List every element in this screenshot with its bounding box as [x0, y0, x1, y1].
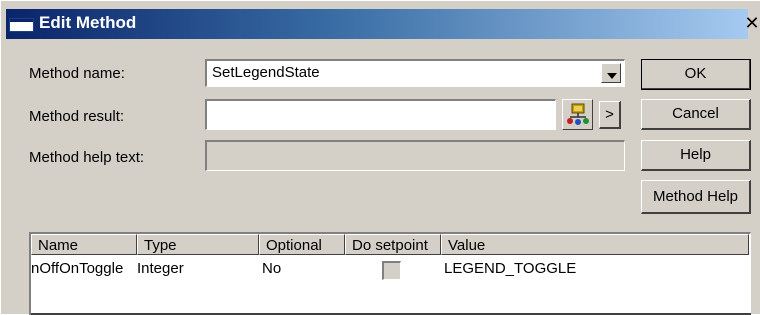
- cancel-button-label: Cancel: [672, 105, 719, 122]
- method-name-value: SetLegendState: [212, 64, 320, 81]
- method-help-button[interactable]: Method Help: [641, 180, 751, 214]
- method-name-label-text: Method name:: [29, 65, 125, 82]
- more-button-label: >: [605, 106, 614, 123]
- close-icon: ✕: [744, 13, 760, 33]
- ok-button[interactable]: OK: [641, 59, 751, 90]
- row-value-cell[interactable]: LEGEND_TOGGLE: [444, 260, 576, 277]
- window-title: Edit Method: [39, 13, 137, 32]
- help-button-label: Help: [680, 146, 711, 163]
- row-name-cell[interactable]: nOffOnToggle: [31, 260, 123, 277]
- do-setpoint-checkbox[interactable]: [382, 261, 401, 280]
- window-icon: [9, 18, 34, 32]
- column-header-type[interactable]: Type: [137, 234, 259, 255]
- method-name-combobox[interactable]: SetLegendState: [205, 59, 625, 87]
- method-result-label: Method result:: [29, 108, 125, 125]
- close-button[interactable]: ✕: [743, 12, 760, 34]
- help-button[interactable]: Help: [641, 140, 751, 171]
- method-help-button-label: Method Help: [652, 188, 739, 205]
- column-header-name-label: Name: [38, 237, 79, 254]
- row-optional-cell[interactable]: No: [262, 260, 281, 277]
- object-browser-icon: [567, 103, 589, 125]
- row-type-cell[interactable]: Integer: [137, 260, 184, 277]
- column-header-value-label: Value: [448, 237, 486, 254]
- column-header-type-label: Type: [144, 237, 177, 254]
- column-header-name[interactable]: Name: [31, 234, 137, 255]
- title-bar: Edit Method: [6, 9, 748, 39]
- method-name-label: Method name:: [29, 65, 125, 82]
- method-help-text-input: [205, 140, 625, 171]
- column-header-do-setpoint[interactable]: Do setpoint: [345, 234, 441, 255]
- parameters-grid: Name Type Optional Do setpoint Value nOf…: [29, 232, 751, 315]
- column-header-optional-label: Optional: [266, 237, 322, 254]
- method-help-text-label: Method help text:: [29, 149, 145, 166]
- cancel-button[interactable]: Cancel: [641, 99, 751, 130]
- method-name-dropdown-button[interactable]: [601, 63, 621, 83]
- column-header-value[interactable]: Value: [441, 234, 749, 255]
- ok-button-label: OK: [684, 65, 707, 82]
- browse-button[interactable]: [562, 99, 593, 130]
- more-button[interactable]: >: [599, 101, 621, 129]
- column-header-do-setpoint-label: Do setpoint: [352, 237, 428, 254]
- edit-method-dialog: Edit Method ✕ Method name: SetLegendStat…: [0, 0, 760, 315]
- method-result-input[interactable]: [205, 99, 556, 130]
- column-header-optional[interactable]: Optional: [259, 234, 345, 255]
